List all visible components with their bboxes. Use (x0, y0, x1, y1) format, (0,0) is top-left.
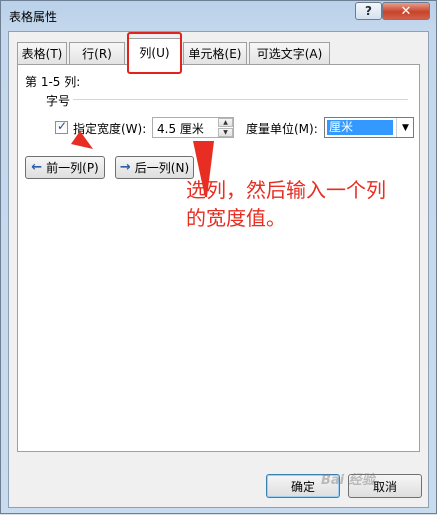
dialog-client-area: 表格(T) 行(R) 列(U) 单元格(E) 可选文字(A) 第 1-5 列: … (8, 31, 429, 508)
left-arrow-icon: ← (31, 160, 43, 175)
dialog-title: 表格属性 (9, 10, 58, 24)
measure-unit-select[interactable]: 厘米 ▼ (324, 117, 414, 138)
annotation-line-2: 的宽度值。 (186, 206, 286, 230)
group-divider (73, 99, 408, 100)
cancel-label: 取消 (372, 479, 397, 494)
column-range-label: 第 1-5 列: (25, 75, 81, 89)
tab-alt-text-label: 可选文字(A) (256, 47, 323, 61)
specify-width-checkbox[interactable]: ✓ (55, 119, 68, 134)
ok-label: 确定 (290, 479, 315, 494)
width-value: 4.5 厘米 (157, 122, 204, 136)
measure-unit-label: 度量单位(M): (246, 122, 318, 136)
spin-up-icon[interactable]: ▲ (218, 118, 233, 127)
highlight-box (127, 32, 182, 74)
help-icon: ? (365, 4, 372, 18)
width-spinbox[interactable]: 4.5 厘米 ▲ ▼ (152, 117, 234, 138)
next-column-label: 后一列(N) (134, 161, 190, 175)
prev-column-button[interactable]: ← 前一列(P) (25, 156, 105, 179)
next-column-button[interactable]: → 后一列(N) (115, 156, 194, 179)
size-group-label: 字号 (46, 94, 71, 108)
tab-table-label: 表格(T) (21, 47, 63, 61)
help-button[interactable]: ? (355, 2, 382, 20)
annotation-line-1: 选列，然后输入一个列 (186, 178, 386, 202)
tab-table[interactable]: 表格(T) (17, 42, 67, 64)
close-icon: ✕ (400, 3, 412, 19)
close-button[interactable]: ✕ (382, 2, 430, 20)
spin-buttons: ▲ ▼ (218, 118, 233, 137)
checkmark-icon: ✓ (57, 119, 68, 133)
tab-cell[interactable]: 单元格(E) (183, 42, 247, 64)
table-properties-dialog: 表格属性 ? ✕ 表格(T) 行(R) 列(U) 单元格(E) 可选文字(A) … (0, 0, 437, 514)
tab-alt-text[interactable]: 可选文字(A) (249, 42, 330, 64)
tab-row-label: 行(R) (82, 47, 112, 61)
spin-down-icon[interactable]: ▼ (218, 128, 233, 137)
tab-row[interactable]: 行(R) (69, 42, 125, 64)
measure-unit-value: 厘米 (327, 120, 393, 135)
watermark: Bai 经验 (321, 473, 375, 488)
chevron-down-icon[interactable]: ▼ (396, 118, 414, 137)
column-tab-panel: 第 1-5 列: 字号 ✓ 指定宽度(W): 4.5 厘米 ▲ ▼ 度量单位(M… (17, 64, 420, 452)
prev-column-label: 前一列(P) (46, 161, 99, 175)
specify-width-label: 指定宽度(W): (73, 122, 147, 136)
title-bar[interactable]: 表格属性 ? ✕ (1, 1, 436, 31)
tab-cell-label: 单元格(E) (188, 47, 242, 61)
right-arrow-icon: → (119, 160, 131, 175)
tutorial-annotation: 选列，然后输入一个列 的宽度值。 (186, 176, 386, 232)
